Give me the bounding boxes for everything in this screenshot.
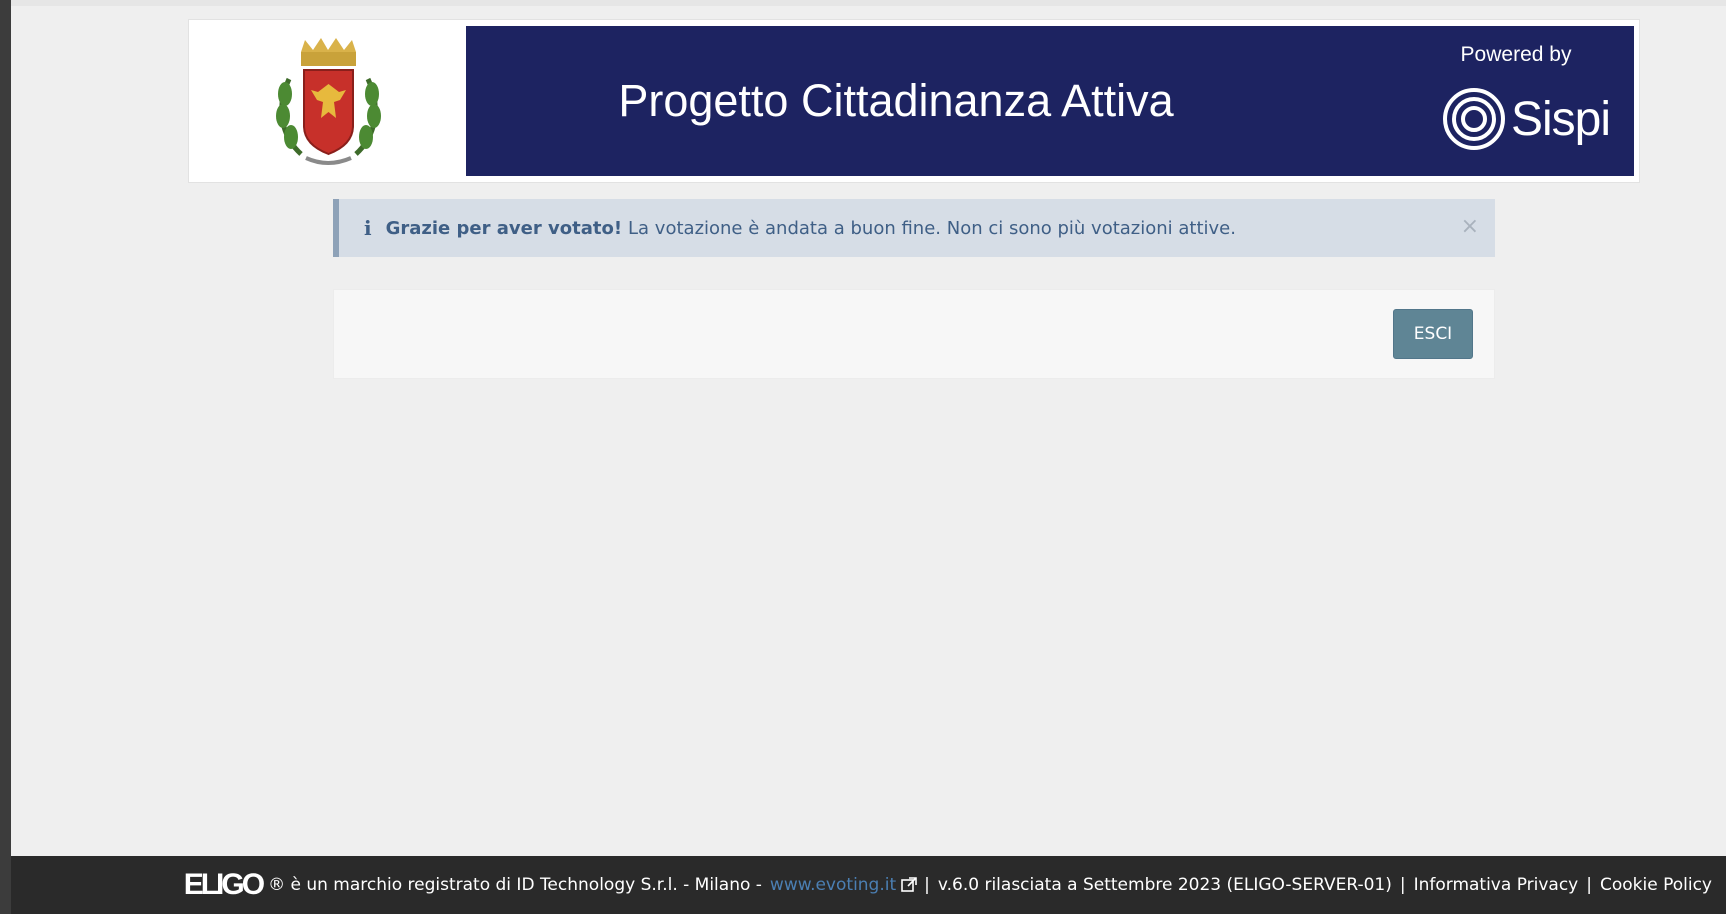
page-title: Progetto Cittadinanza Attiva	[618, 75, 1174, 126]
info-icon: i	[364, 216, 372, 240]
footer-version-text: v.6.0 rilasciata a Settembre 2023 (ELIGO…	[937, 875, 1392, 895]
footer-separator: |	[1399, 875, 1406, 895]
exit-button[interactable]: ESCI	[1393, 309, 1473, 359]
municipal-crest-icon	[276, 38, 381, 165]
action-panel: ESCI	[333, 289, 1495, 379]
alert-message: La votazione è andata a buon fine. Non c…	[628, 217, 1236, 239]
top-strip	[11, 0, 1726, 6]
evoting-link[interactable]: www.evoting.it	[770, 875, 896, 895]
close-icon[interactable]: ×	[1461, 214, 1479, 239]
external-link-icon	[900, 876, 918, 894]
privacy-link[interactable]: Informativa Privacy	[1414, 875, 1579, 895]
powered-by-label: Powered by	[1460, 43, 1572, 66]
banner-blue-area: Progetto Cittadinanza Attiva Powered by …	[466, 26, 1634, 176]
sispi-logo: Sispi	[1441, 84, 1611, 154]
footer-separator: |	[924, 875, 930, 895]
eligo-logo: ELIGO	[183, 868, 265, 901]
crest-container	[189, 20, 466, 182]
footer-separator: |	[1586, 875, 1592, 895]
success-alert: i Grazie per aver votato! La votazione è…	[333, 199, 1495, 257]
sponsor-name: Sispi	[1511, 92, 1611, 146]
footer: ELIGO ® è un marchio registrato di ID Te…	[11, 856, 1726, 914]
cookie-policy-link[interactable]: Cookie Policy	[1600, 875, 1712, 895]
footer-registered-text: ® è un marchio registrato di ID Technolo…	[268, 875, 762, 895]
sispi-spiral-icon	[1443, 88, 1505, 150]
alert-strong-text: Grazie per aver votato!	[385, 217, 623, 239]
header-banner: Progetto Cittadinanza Attiva Powered by …	[188, 19, 1640, 183]
footer-content: ELIGO ® è un marchio registrato di ID Te…	[184, 868, 1712, 902]
left-border	[0, 0, 11, 914]
